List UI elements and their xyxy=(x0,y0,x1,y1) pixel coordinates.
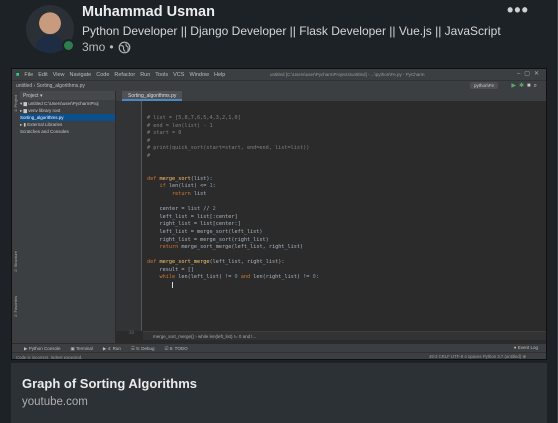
tool-python-console: ▶ Python Console xyxy=(24,346,61,351)
meta-separator: • xyxy=(109,40,114,54)
tree-item: Scratches and Consoles xyxy=(20,129,69,134)
link-title[interactable]: Graph of Sorting Algorithms xyxy=(22,376,197,391)
post-time: 3mo xyxy=(82,40,106,54)
tool-todo: ☑ 6: TODO xyxy=(164,346,188,351)
side-tool-structure: 2: Structure xyxy=(13,251,18,272)
ide-status-info: 49:3 CRLF UTF-8 4 spaces Python 3.7 (unt… xyxy=(429,354,526,359)
menu-help: Help xyxy=(214,71,226,78)
tree-item: ▸ ▮ External Libraries xyxy=(20,122,63,127)
tool-debug: ☰ 5: Debug xyxy=(130,346,155,351)
tree-item-selected: Sorting_algorithms.py xyxy=(20,114,115,121)
globe-icon xyxy=(118,41,130,53)
tree-item: ▸ ▆ venv library root xyxy=(20,108,61,113)
stop-icon: ■ xyxy=(527,83,534,89)
run-configuration: python\Fe xyxy=(469,82,498,89)
ide-window-title: untitled [C:\Users\user\PycharmProjects\… xyxy=(270,72,425,77)
menu-vcs: VCS xyxy=(173,71,185,78)
debug-icon: ✱ xyxy=(518,83,527,89)
feed-post-card: Muhammad Usman Python Developer || Djang… xyxy=(0,0,558,423)
project-panel: Project ▾ ▾ ▆ untitled C:\Users\user\Pyc… xyxy=(20,91,116,343)
author-headline: Python Developer || Django Developer || … xyxy=(82,24,501,38)
ide-navbar: untitled › Sorting_algorithms.py xyxy=(12,80,546,91)
menu-tools: Tools xyxy=(155,71,169,78)
editor-tabbar: Sorting_algorithms.py xyxy=(116,91,546,101)
event-log: ● Event Log xyxy=(513,345,538,350)
post-meta: 3mo • xyxy=(82,40,131,54)
editor-gutter: 30 xyxy=(116,101,142,336)
menu-view: View xyxy=(52,71,65,78)
shared-video-thumbnail[interactable]: ■ File Edit View Navigate Code Refactor … xyxy=(11,68,547,360)
editor-tab: Sorting_algorithms.py xyxy=(122,91,183,101)
editor-breadcrumb: merge_sort_merge() › while len(left_list… xyxy=(143,331,546,340)
nav-path: untitled › Sorting_algorithms.py xyxy=(16,83,85,89)
more-options-button[interactable]: ••• xyxy=(507,0,529,21)
side-tool-favorites: 2: Favorites xyxy=(13,296,18,317)
code-content: # list = [5,8,7,6,5,4,3,2,1,0] # end = l… xyxy=(147,115,319,290)
menu-refactor: Refactor xyxy=(114,71,136,78)
online-presence-indicator xyxy=(62,39,75,52)
menu-window: Window xyxy=(189,71,209,78)
ide-left-tool-strip: 1: Project 2: Structure 2: Favorites xyxy=(12,91,20,343)
run-toolbar: ▶✱■⌕ xyxy=(511,82,540,90)
search-icon: ⌕ xyxy=(533,83,540,89)
line-number-30: 30 xyxy=(128,331,134,336)
code-editor: # list = [5,8,7,6,5,4,3,2,1,0] # end = l… xyxy=(143,101,546,331)
tree-item: ▾ ▆ untitled C:\Users\user\PycharmProj xyxy=(20,101,99,106)
project-panel-header: Project ▾ xyxy=(20,91,115,100)
side-tool-project: 1: Project xyxy=(13,95,18,112)
menu-navigate: Navigate xyxy=(69,71,92,78)
window-controls-icon: –▢✕ xyxy=(516,71,543,77)
ide-logo-icon: ■ xyxy=(16,71,20,78)
menu-run: Run xyxy=(140,71,151,78)
link-preview[interactable]: Graph of Sorting Algorithms youtube.com xyxy=(11,363,547,423)
tool-terminal: ▣ Terminal xyxy=(70,346,93,351)
link-domain: youtube.com xyxy=(22,396,88,408)
tool-run: ▶ 4: Run xyxy=(102,346,121,351)
menu-edit: Edit xyxy=(38,71,48,78)
ide-bottom-toolbar: ▶ Python Console ▣ Terminal ▶ 4: Run ☰ 5… xyxy=(12,343,546,352)
run-icon: ▶ xyxy=(511,83,519,89)
author-name[interactable]: Muhammad Usman xyxy=(82,4,215,20)
menu-code: Code xyxy=(96,71,110,78)
menu-file: File xyxy=(24,71,34,78)
